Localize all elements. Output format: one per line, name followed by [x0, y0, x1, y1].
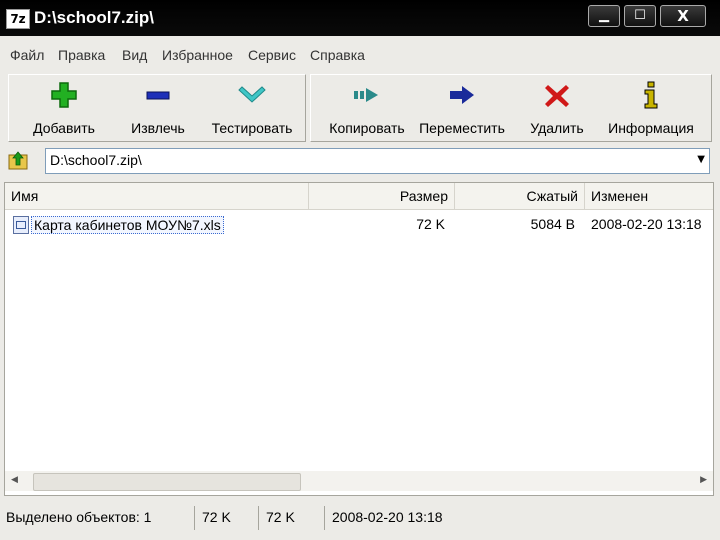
- status-divider: [258, 506, 259, 530]
- menu-help[interactable]: Справка: [310, 47, 365, 63]
- menu-file[interactable]: Файл: [10, 47, 44, 63]
- scroll-left-icon[interactable]: ◀: [11, 475, 18, 485]
- test-label: Тестировать: [211, 120, 293, 136]
- status-divider: [194, 506, 195, 530]
- copy-button[interactable]: Копировать: [324, 80, 410, 136]
- toolbar: Добавить Извлечь Тестировать Копировать: [0, 72, 720, 145]
- title-bar[interactable]: 7z D:\school7.zip\ ▁ ☐ X: [0, 0, 720, 36]
- delete-x-icon: [545, 85, 569, 107]
- file-size: 72 K: [416, 216, 445, 232]
- archive-window: 7z D:\school7.zip\ ▁ ☐ X Файл Правка Вид…: [0, 0, 720, 540]
- scroll-thumb[interactable]: [33, 473, 301, 491]
- info-label: Информация: [608, 120, 694, 136]
- horizontal-scrollbar[interactable]: ◀ ▶: [5, 471, 713, 491]
- folder-up-icon[interactable]: [8, 149, 30, 171]
- menu-bar: Файл Правка Вид Избранное Сервис Справка: [0, 36, 720, 72]
- scroll-right-icon[interactable]: ▶: [700, 475, 707, 485]
- minimize-button[interactable]: ▁: [588, 5, 620, 27]
- status-modified: 2008-02-20 13:18: [332, 509, 443, 525]
- address-bar: D:\school7.zip\ ▼: [0, 144, 720, 178]
- menu-edit[interactable]: Правка: [58, 47, 105, 63]
- status-packed: 72 K: [266, 509, 295, 525]
- menu-tools[interactable]: Сервис: [248, 47, 296, 63]
- test-button[interactable]: Тестировать: [204, 80, 300, 136]
- add-button[interactable]: Добавить: [26, 80, 102, 136]
- file-packed: 5084 B: [530, 216, 575, 232]
- column-size[interactable]: Размер: [309, 183, 455, 209]
- close-button[interactable]: X: [660, 5, 706, 27]
- window-title: D:\school7.zip\: [34, 8, 154, 27]
- maximize-button[interactable]: ☐: [624, 5, 656, 27]
- column-modified[interactable]: Изменен: [585, 183, 713, 209]
- plus-icon: [51, 82, 77, 108]
- excel-file-icon: [13, 216, 29, 234]
- status-divider: [324, 506, 325, 530]
- column-name[interactable]: Имя: [5, 183, 309, 209]
- move-label: Переместить: [419, 120, 505, 136]
- status-bar: Выделено объектов: 1 72 K 72 K 2008-02-2…: [0, 504, 720, 534]
- address-path: D:\school7.zip\: [50, 152, 142, 168]
- file-modified: 2008-02-20 13:18: [591, 216, 702, 232]
- app-7z-icon: 7z: [6, 9, 30, 29]
- menu-view[interactable]: Вид: [122, 47, 147, 63]
- menu-favorites[interactable]: Избранное: [162, 47, 233, 63]
- chevron-down-icon[interactable]: ▼: [697, 154, 705, 165]
- copy-arrow-icon: [354, 88, 378, 102]
- move-arrow-icon: [450, 86, 474, 104]
- check-chevron-icon: [238, 86, 266, 103]
- extract-label: Извлечь: [131, 120, 185, 136]
- status-selected: Выделено объектов: 1: [6, 509, 152, 525]
- add-label: Добавить: [33, 120, 95, 136]
- table-row[interactable]: Карта кабинетов МОУ№7.xls 72 K 5084 B 20…: [5, 213, 713, 235]
- column-header-row: Имя Размер Сжатый Изменен: [5, 183, 713, 210]
- info-icon: [644, 81, 658, 109]
- copy-label: Копировать: [329, 120, 405, 136]
- delete-label: Удалить: [530, 120, 584, 136]
- move-button[interactable]: Переместить: [416, 80, 508, 136]
- minus-icon: [146, 91, 170, 100]
- file-list[interactable]: Имя Размер Сжатый Изменен Карта кабинето…: [4, 182, 714, 496]
- delete-button[interactable]: Удалить: [522, 80, 592, 136]
- info-button[interactable]: Информация: [604, 80, 698, 136]
- status-size: 72 K: [202, 509, 231, 525]
- file-name: Карта кабинетов МОУ№7.xls: [31, 216, 224, 234]
- column-packed[interactable]: Сжатый: [455, 183, 585, 209]
- address-field[interactable]: D:\school7.zip\ ▼: [45, 148, 710, 174]
- extract-button[interactable]: Извлечь: [120, 80, 196, 136]
